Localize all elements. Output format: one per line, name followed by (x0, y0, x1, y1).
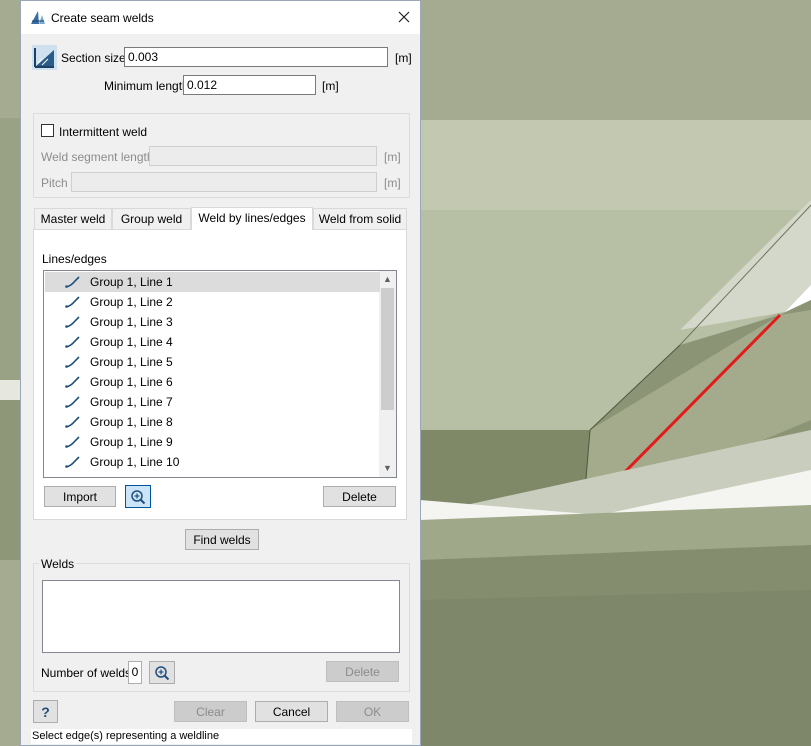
list-item-label: Group 1, Line 1 (90, 275, 173, 289)
tab-weld-by-lines-edges[interactable]: Weld by lines/edges (191, 207, 313, 230)
import-button[interactable]: Import (44, 486, 116, 507)
edge-line-icon (65, 456, 80, 468)
edge-line-icon (65, 436, 80, 448)
pitch-label: Pitch (41, 176, 68, 190)
list-item-label: Group 1, Line 10 (90, 455, 180, 469)
window-title: Create seam welds (51, 11, 154, 25)
zoom-in-icon (131, 489, 146, 504)
scroll-down-icon[interactable]: ▼ (379, 460, 396, 477)
find-welds-button[interactable]: Find welds (185, 529, 259, 550)
list-item[interactable]: Group 1, Line 7 (45, 392, 380, 412)
list-item[interactable]: Group 1, Line 9 (45, 432, 380, 452)
delete-welds-button[interactable]: Delete (326, 661, 399, 682)
status-bar: Select edge(s) representing a weldline (31, 729, 412, 744)
list-item[interactable]: Group 1, Line 10 (45, 452, 380, 472)
list-item[interactable]: Group 1, Line 6 (45, 372, 380, 392)
list-item-label: Group 1, Line 7 (90, 395, 173, 409)
delete-lines-button[interactable]: Delete (323, 486, 396, 507)
section-size-icon (32, 45, 57, 70)
list-item-label: Group 1, Line 6 (90, 375, 173, 389)
weld-segment-length-input[interactable] (149, 146, 377, 166)
list-item[interactable]: Group 1, Line 1 (45, 272, 380, 292)
list-item-label: Group 1, Line 8 (90, 415, 173, 429)
edge-line-icon (65, 336, 80, 348)
number-of-welds-label: Number of welds (41, 666, 132, 680)
weld-segment-length-label: Weld segment length (41, 150, 154, 164)
intermittent-weld-checkbox[interactable] (41, 124, 54, 137)
zoom-in-icon (155, 665, 170, 680)
minimum-length-unit: [m] (322, 79, 339, 93)
scroll-thumb[interactable] (381, 288, 394, 410)
list-item-label: Group 1, Line 5 (90, 355, 173, 369)
edge-line-icon (65, 316, 80, 328)
minimum-length-label: Minimum length (104, 79, 189, 93)
edge-line-icon (65, 396, 80, 408)
tab-weld-from-solid[interactable]: Weld from solid (313, 208, 407, 229)
pitch-unit: [m] (384, 176, 401, 190)
list-item-label: Group 1, Line 3 (90, 315, 173, 329)
weld-app-icon (31, 11, 45, 24)
welds-group-label: Welds (39, 557, 77, 571)
tab-master-weld[interactable]: Master weld (34, 208, 112, 229)
pitch-input[interactable] (71, 172, 377, 192)
list-item-label: Group 1, Line 2 (90, 295, 173, 309)
list-scrollbar[interactable]: ▲ ▼ (379, 271, 396, 477)
intermittent-weld-label: Intermittent weld (59, 125, 148, 139)
section-size-unit: [m] (395, 51, 412, 65)
list-item[interactable]: Group 1, Line 2 (45, 292, 380, 312)
title-bar: Create seam welds (21, 1, 420, 34)
section-size-label: Section size (61, 51, 126, 65)
zoom-to-selection-button[interactable] (125, 485, 151, 508)
list-item-label: Group 1, Line 9 (90, 435, 173, 449)
number-of-welds-value: 0 (128, 661, 142, 684)
edge-line-icon (65, 356, 80, 368)
edge-line-icon (65, 296, 80, 308)
create-seam-welds-dialog: Create seam welds Section size [m] Minim… (20, 0, 421, 746)
help-button[interactable]: ? (33, 700, 58, 723)
edge-line-icon (65, 376, 80, 388)
edge-line-icon (65, 416, 80, 428)
tab-group-weld[interactable]: Group weld (112, 208, 191, 229)
scroll-up-icon[interactable]: ▲ (379, 271, 396, 288)
section-size-input[interactable] (124, 47, 388, 67)
list-item[interactable]: Group 1, Line 5 (45, 352, 380, 372)
edge-line-icon (65, 276, 80, 288)
list-item[interactable]: Group 1, Line 4 (45, 332, 380, 352)
zoom-welds-button[interactable] (149, 661, 175, 684)
list-item-label: Group 1, Line 4 (90, 335, 173, 349)
lines-edges-label: Lines/edges (42, 252, 107, 266)
weld-segment-length-unit: [m] (384, 150, 401, 164)
welds-list[interactable] (42, 580, 400, 653)
list-item[interactable]: Group 1, Line 8 (45, 412, 380, 432)
clear-button[interactable]: Clear (174, 701, 247, 722)
close-button[interactable] (388, 1, 420, 34)
cancel-button[interactable]: Cancel (255, 701, 328, 722)
lines-edges-list[interactable]: ▲ ▼ Group 1, Line 1 Group 1, Line 2 Group … (43, 270, 397, 478)
list-item[interactable]: Group 1, Line 3 (45, 312, 380, 332)
ok-button[interactable]: OK (336, 701, 409, 722)
minimum-length-input[interactable] (183, 75, 316, 95)
close-icon (398, 11, 410, 23)
